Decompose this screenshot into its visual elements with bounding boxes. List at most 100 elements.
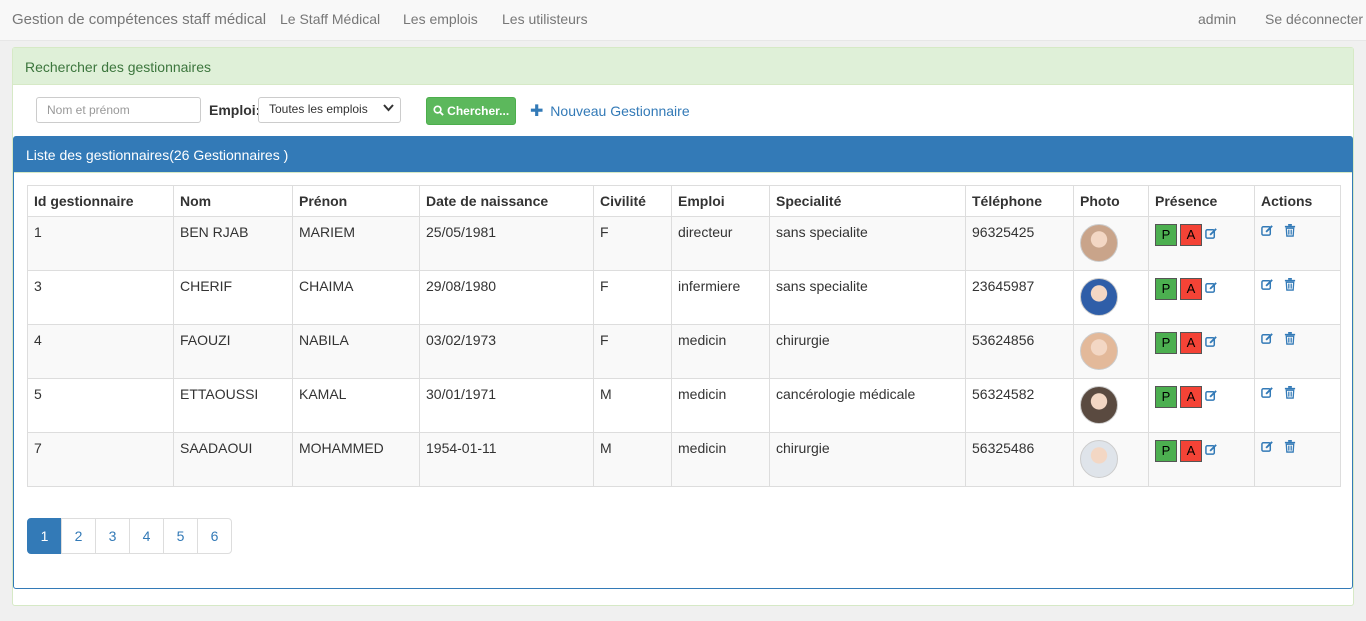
edit-presence-icon[interactable]: [1205, 389, 1218, 405]
presence-p-button[interactable]: P: [1155, 332, 1177, 354]
nav-link-staff[interactable]: Le Staff Médical: [280, 11, 380, 27]
search-button-label: Chercher...: [447, 104, 510, 118]
avatar: [1080, 278, 1118, 316]
nav-link-emplois[interactable]: Les emplois: [403, 11, 478, 27]
col-actions: Actions: [1254, 185, 1341, 217]
page-5[interactable]: 5: [163, 518, 198, 554]
col-civilite: Civilité: [593, 185, 672, 217]
search-button[interactable]: Chercher...: [426, 97, 516, 125]
page-3[interactable]: 3: [95, 518, 130, 554]
cell-civilite: F: [593, 216, 672, 271]
cell-specialite: chirurgie: [769, 432, 966, 487]
cell-nom: CHERIF: [173, 270, 293, 325]
cell-actions: [1254, 216, 1341, 271]
new-gestionnaire-label: Nouveau Gestionnaire: [550, 103, 690, 119]
presence-a-button[interactable]: A: [1180, 440, 1202, 462]
cell-nom: FAOUZI: [173, 324, 293, 379]
page-1[interactable]: 1: [27, 518, 62, 554]
gestionnaires-table: Id gestionnaire Nom Prénon Date de naiss…: [27, 185, 1341, 487]
cell-presence: PA: [1148, 216, 1255, 271]
edit-icon[interactable]: [1261, 386, 1274, 402]
cell-specialite: sans specialite: [769, 216, 966, 271]
edit-icon[interactable]: [1261, 440, 1274, 456]
table-row: 5 ETTAOUSSI KAMAL 30/01/1971 Mmedicin cancéro…: [27, 378, 1341, 433]
cell-nom: BEN RJAB: [173, 216, 293, 271]
cell-actions: [1254, 270, 1341, 325]
emploi-label: Emploi:: [209, 102, 261, 118]
search-icon: [433, 105, 444, 116]
cell-civilite: F: [593, 324, 672, 379]
plus-icon: ✚: [530, 103, 544, 120]
cell-prenom: CHAIMA: [292, 270, 420, 325]
app-brand[interactable]: Gestion de compétences staff médical: [12, 11, 266, 28]
trash-icon[interactable]: [1284, 224, 1296, 240]
cell-nom: SAADAOUI: [173, 432, 293, 487]
presence-a-button[interactable]: A: [1180, 224, 1202, 246]
col-prenom: Prénon: [292, 185, 420, 217]
page-2[interactable]: 2: [61, 518, 96, 554]
page-4[interactable]: 4: [129, 518, 164, 554]
avatar: [1080, 440, 1118, 478]
cell-civilite: M: [593, 432, 672, 487]
presence-a-button[interactable]: A: [1180, 386, 1202, 408]
cell-civilite: F: [593, 270, 672, 325]
page-6[interactable]: 6: [197, 518, 232, 554]
edit-icon[interactable]: [1261, 224, 1274, 240]
cell-telephone: 96325425: [965, 216, 1074, 271]
presence-a-button[interactable]: A: [1180, 278, 1202, 300]
presence-p-button[interactable]: P: [1155, 386, 1177, 408]
trash-icon[interactable]: [1284, 278, 1296, 294]
cell-telephone: 56325486: [965, 432, 1074, 487]
top-navbar: Gestion de compétences staff médical Le …: [0, 0, 1366, 41]
cell-emploi: infermiere: [671, 270, 770, 325]
cell-prenom: NABILA: [292, 324, 420, 379]
cell-presence: PA: [1148, 270, 1255, 325]
trash-icon[interactable]: [1284, 332, 1296, 348]
edit-presence-icon[interactable]: [1205, 335, 1218, 351]
trash-icon[interactable]: [1284, 386, 1296, 402]
col-emploi: Emploi: [671, 185, 770, 217]
cell-actions: [1254, 378, 1341, 433]
cell-prenom: MOHAMMED: [292, 432, 420, 487]
presence-p-button[interactable]: P: [1155, 440, 1177, 462]
presence-p-button[interactable]: P: [1155, 224, 1177, 246]
cell-actions: [1254, 324, 1341, 379]
nav-user[interactable]: admin: [1198, 11, 1236, 27]
cell-presence: PA: [1148, 378, 1255, 433]
avatar: [1080, 386, 1118, 424]
cell-id: 3: [27, 270, 174, 325]
table-row: 4 FAOUZI NABILA 03/02/1973 Fmedicin chirurgie…: [27, 324, 1341, 379]
col-specialite: Specialité: [769, 185, 966, 217]
cell-photo: [1073, 378, 1149, 433]
nav-link-utilisateurs[interactable]: Les utilisteurs: [502, 11, 588, 27]
name-search-input[interactable]: [36, 97, 201, 123]
cell-naissance: 30/01/1971: [419, 378, 594, 433]
logout-link[interactable]: Se déconnecter: [1265, 11, 1363, 27]
cell-emploi: medicin: [671, 324, 770, 379]
cell-civilite: M: [593, 378, 672, 433]
trash-icon[interactable]: [1284, 440, 1296, 456]
table-row: 1 BEN RJAB MARIEM 25/05/1981 Fdirecteur sans …: [27, 216, 1341, 271]
cell-id: 4: [27, 324, 174, 379]
cell-naissance: 29/08/1980: [419, 270, 594, 325]
edit-presence-icon[interactable]: [1205, 443, 1218, 459]
list-panel: Liste des gestionnaires(26 Gestionnaires…: [13, 136, 1353, 589]
edit-icon[interactable]: [1261, 332, 1274, 348]
new-gestionnaire-link[interactable]: ✚ Nouveau Gestionnaire: [530, 101, 690, 121]
edit-presence-icon[interactable]: [1205, 281, 1218, 297]
edit-icon[interactable]: [1261, 278, 1274, 294]
presence-a-button[interactable]: A: [1180, 332, 1202, 354]
cell-nom: ETTAOUSSI: [173, 378, 293, 433]
cell-actions: [1254, 432, 1341, 487]
col-naissance: Date de naissance: [419, 185, 594, 217]
cell-presence: PA: [1148, 432, 1255, 487]
cell-presence: PA: [1148, 324, 1255, 379]
col-presence: Présence: [1148, 185, 1255, 217]
pagination: 1 2 3 4 5 6: [27, 518, 232, 554]
cell-emploi: medicin: [671, 378, 770, 433]
emploi-select[interactable]: Toutes les emplois: [258, 97, 401, 123]
presence-p-button[interactable]: P: [1155, 278, 1177, 300]
cell-emploi: medicin: [671, 432, 770, 487]
cell-prenom: KAMAL: [292, 378, 420, 433]
edit-presence-icon[interactable]: [1205, 227, 1218, 243]
